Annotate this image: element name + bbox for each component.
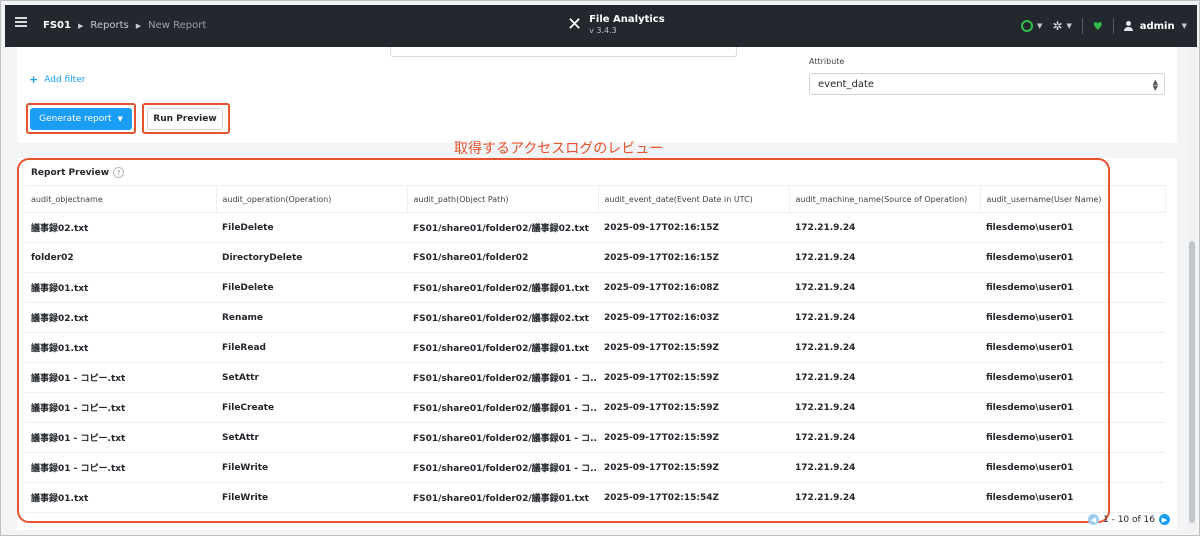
add-filter-label: Add filter: [44, 74, 86, 85]
top-navigation-bar: FS01 ▶ Reports ▶ New Report ✕ File Analy…: [5, 5, 1197, 47]
settings-menu[interactable]: ✲ ▼: [1052, 19, 1071, 33]
attribute-select[interactable]: event_date ▲ ▼: [809, 73, 1165, 95]
app-logo-icon: ✕: [567, 14, 583, 35]
app-name: File Analytics: [589, 14, 665, 25]
plus-icon: +: [29, 73, 39, 86]
user-name: admin: [1139, 20, 1175, 32]
breadcrumb-item-fs01[interactable]: FS01: [43, 20, 71, 31]
prev-page-icon[interactable]: ◀: [1088, 514, 1099, 525]
scrollbar-thumb[interactable]: [1189, 241, 1195, 523]
chevron-down-icon: ▼: [1181, 22, 1187, 30]
add-filter-link[interactable]: + Add filter: [29, 73, 85, 86]
app-window: FS01 ▶ Reports ▶ New Report ✕ File Analy…: [0, 0, 1200, 536]
breadcrumb-item-reports[interactable]: Reports: [90, 20, 128, 31]
divider: [1081, 18, 1083, 34]
select-arrows-icon: ▲ ▼: [1152, 78, 1158, 92]
app-brand: ✕ File Analytics v 3.4.3: [567, 14, 665, 36]
highlight-box-preview: [17, 158, 1110, 523]
gear-icon: ✲: [1052, 19, 1063, 33]
attribute-value: event_date: [818, 79, 875, 90]
chevron-down-icon: ▼: [1037, 22, 1043, 30]
user-icon: [1123, 21, 1133, 31]
chevron-right-icon: ▶: [135, 21, 142, 30]
attribute-label: Attribute: [809, 57, 845, 66]
pagination-text: 1 - 10 of 16: [1103, 514, 1155, 525]
health-status-menu[interactable]: ▼: [1021, 20, 1042, 32]
next-page-icon[interactable]: ▶: [1159, 514, 1170, 525]
filter-input[interactable]: [390, 47, 737, 57]
menu-icon[interactable]: [15, 17, 27, 27]
user-menu[interactable]: admin ▼: [1123, 20, 1187, 32]
highlight-box-generate: [26, 103, 136, 134]
heart-health-icon[interactable]: ♥: [1093, 20, 1103, 33]
topbar-actions: ▼ ✲ ▼ ♥ admin ▼: [1021, 18, 1187, 34]
app-version: v 3.4.3: [589, 26, 617, 35]
pagination: ◀ 1 - 10 of 16 ▶: [1088, 514, 1170, 525]
status-ring-icon: [1021, 20, 1034, 32]
chevron-down-icon: ▼: [1066, 22, 1072, 30]
chevron-right-icon: ▶: [77, 21, 84, 30]
annotation-text: 取得するアクセスログのレビュー: [454, 141, 664, 157]
highlight-box-run-preview: [142, 103, 230, 134]
breadcrumb-item-current: New Report: [148, 20, 207, 31]
divider: [1112, 18, 1114, 34]
breadcrumb: FS01 ▶ Reports ▶ New Report: [43, 20, 206, 31]
